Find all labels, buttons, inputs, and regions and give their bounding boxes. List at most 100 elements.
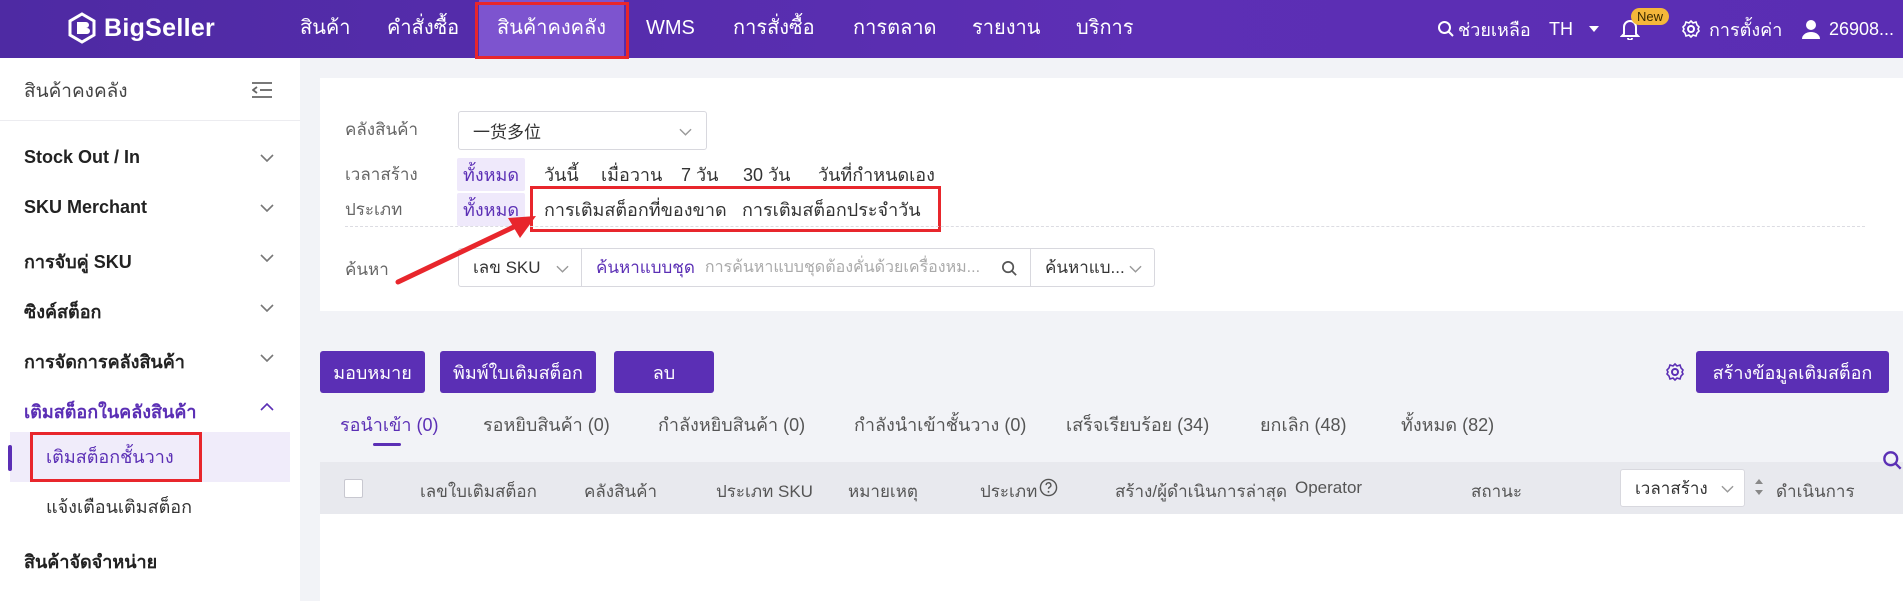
gear-icon[interactable] [1665, 362, 1685, 382]
column-header-operator: Operator [1295, 478, 1363, 497]
search-icon[interactable] [1882, 450, 1903, 471]
sort-field-select[interactable]: เวลาสร้าง [1620, 469, 1745, 507]
help-link[interactable]: ช่วยเหลือ [1437, 0, 1531, 58]
nav-item-reports[interactable]: รายงาน [972, 0, 1040, 58]
sidebar-item-replenishment[interactable]: เติมสต็อกในคลังสินค้า [24, 397, 197, 426]
sidebar-title: สินค้าคงคลัง [24, 81, 128, 102]
tab-pending-pick[interactable]: รอหยิบสินค้า (0) [483, 410, 610, 439]
annotation-arrow-icon [395, 216, 536, 285]
sidebar-item-sku-merchant[interactable]: SKU Merchant [24, 197, 147, 218]
language-selector[interactable]: TH [1549, 0, 1599, 58]
table-header: เลขใบเติมสต็อก คลังสินค้า ประเภท SKU หมา… [320, 451, 1903, 514]
search-mode-value: ค้นหาแบ... [1045, 258, 1125, 277]
table-body [320, 514, 1903, 601]
sidebar-item-label: ซิงค์สต็อก [24, 302, 102, 322]
sidebar-item-stock-out-in[interactable]: Stock Out / In [24, 147, 140, 168]
caret-down-icon [1589, 26, 1599, 32]
column-header-note: หมายเหตุ [848, 482, 918, 501]
user-icon [1802, 20, 1820, 39]
column-header-status: สถานะ [1471, 482, 1522, 501]
sidebar-item-distribution-products[interactable]: สินค้าจัดจำหน่าย [24, 547, 157, 576]
delete-button[interactable]: ลบ [614, 351, 714, 393]
sidebar-item-label: การจับคู่ SKU [24, 252, 132, 272]
chevron-down-icon [260, 204, 274, 212]
created-time-filter-label: เวลาสร้าง [345, 165, 418, 184]
chevron-down-icon [1129, 265, 1142, 273]
sidebar-item-sku-mapping[interactable]: การจับคู่ SKU [24, 247, 132, 276]
print-replenishment-button[interactable]: พิมพ์ใบเติมสต็อก [440, 351, 596, 393]
created-filter-all[interactable]: ทั้งหมด [457, 158, 526, 191]
nav-item-wms[interactable]: WMS [646, 0, 695, 58]
batch-search-label: ค้นหาแบบชุด [596, 258, 695, 277]
batch-search-placeholder: การค้นหาแบบชุดต้องคั่นด้วยเครื่องหม... [704, 259, 981, 276]
column-header-replenishment-no: เลขใบเติมสต็อก [420, 482, 537, 501]
search-mode-select[interactable]: ค้นหาแบ... [1030, 248, 1155, 287]
sidebar-item-warehouse-management[interactable]: การจัดการคลังสินค้า [24, 347, 185, 376]
language-label: TH [1549, 18, 1573, 39]
sidebar-divider [0, 120, 300, 121]
user-name: 26908... [1829, 18, 1895, 39]
sidebar-item-label: SKU Merchant [24, 197, 148, 217]
sidebar-subitem-replenishment-alert[interactable]: แจ้งเตือนเติมสต็อก [10, 482, 290, 532]
top-navigation-bar: BigSeller สินค้า คำสั่งซื้อ สินค้าคงคลัง… [0, 0, 1903, 58]
nav-item-purchase[interactable]: การสั่งซื้อ [733, 0, 815, 58]
sidebar-item-label: Stock Out / In [24, 147, 141, 167]
tab-shelving[interactable]: กำลังนำเข้าชั้นวาง (0) [854, 410, 1026, 439]
nav-item-products[interactable]: สินค้า [300, 0, 351, 58]
warehouse-filter-label: คลังสินค้า [345, 120, 419, 139]
warehouse-select-value: 一货多位 [473, 123, 541, 142]
tab-all[interactable]: ทั้งหมด (82) [1401, 410, 1494, 439]
bigseller-logo[interactable]: BigSeller [66, 12, 215, 44]
column-header-sku-type: ประเภท SKU [716, 482, 813, 501]
sort-field-value: เวลาสร้าง [1635, 478, 1708, 498]
active-tab-underline [373, 443, 401, 446]
collapse-menu-icon[interactable] [252, 82, 272, 98]
highlight-box-shelf-replenishment [30, 432, 202, 482]
question-circle-icon[interactable] [1039, 478, 1058, 497]
chevron-down-icon [556, 265, 569, 273]
column-header-warehouse: คลังสินค้า [584, 482, 658, 501]
help-label: ช่วยเหลือ [1458, 19, 1531, 40]
gear-icon [1682, 19, 1700, 39]
filter-divider [345, 226, 1865, 227]
nav-item-orders[interactable]: คำสั่งซื้อ [387, 0, 459, 58]
created-filter-today[interactable]: วันนี้ [544, 160, 579, 189]
select-all-checkbox[interactable] [344, 479, 363, 498]
sidebar-item-label: เติมสต็อกในคลังสินค้า [24, 402, 197, 422]
assign-button[interactable]: มอบหมาย [320, 351, 425, 393]
created-filter-custom-date[interactable]: วันที่กำหนดเอง [818, 160, 935, 189]
brand-name: BigSeller [104, 13, 216, 42]
tab-picking[interactable]: กำลังหยิบสินค้า (0) [658, 410, 805, 439]
create-replenishment-button[interactable]: สร้างข้อมูลเติมสต็อก [1696, 351, 1889, 393]
bigseller-logo-icon [68, 12, 96, 44]
chevron-down-icon [1721, 485, 1734, 493]
settings-link[interactable]: การตั้งค่า [1681, 0, 1782, 58]
created-filter-7-days[interactable]: 7 วัน [681, 160, 718, 189]
created-filter-yesterday[interactable]: เมื่อวาน [601, 160, 662, 189]
tab-pending-import[interactable]: รอนำเข้า (0) [340, 410, 438, 439]
sidebar-item-label: การจัดการคลังสินค้า [24, 352, 185, 372]
search-filter-label: ค้นหา [345, 260, 389, 279]
sort-icon[interactable] [1754, 478, 1764, 496]
highlight-box-inventory-nav [475, 2, 629, 59]
nav-item-marketing[interactable]: การตลาด [853, 0, 937, 58]
tab-completed[interactable]: เสร็จเรียบร้อย (34) [1066, 410, 1209, 439]
chevron-up-icon [260, 403, 274, 411]
column-header-creator: สร้าง/ผู้ดำเนินการล่าสุด [1115, 482, 1288, 501]
tab-cancelled[interactable]: ยกเลิก (48) [1260, 410, 1347, 439]
created-filter-30-days[interactable]: 30 วัน [743, 160, 790, 189]
settings-label: การตั้งค่า [1709, 19, 1783, 40]
search-icon[interactable] [1001, 260, 1018, 277]
active-indicator [8, 445, 12, 471]
sidebar-item-label: สินค้าจัดจำหน่าย [24, 552, 158, 572]
batch-search-input[interactable]: ค้นหาแบบชุด การค้นหาแบบชุดต้องคั่นด้วยเค… [581, 248, 1031, 287]
chevron-down-icon [679, 128, 692, 136]
new-badge: New [1631, 8, 1670, 25]
warehouse-select[interactable]: 一货多位 [458, 111, 707, 150]
sidebar-item-stock-sync[interactable]: ซิงค์สต็อก [24, 297, 101, 326]
column-header-type: ประเภท [980, 482, 1038, 501]
nav-item-services[interactable]: บริการ [1076, 0, 1134, 58]
search-icon [1438, 21, 1454, 37]
user-menu[interactable]: 26908... [1801, 0, 1894, 58]
chevron-down-icon [260, 354, 274, 362]
